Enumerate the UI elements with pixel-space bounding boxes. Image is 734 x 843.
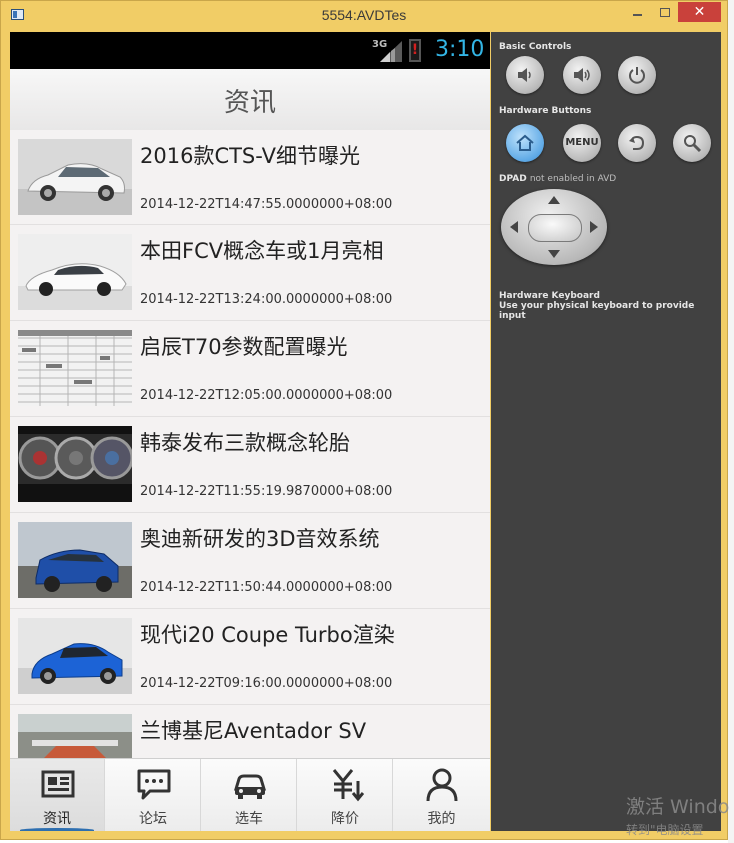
volume-up-icon — [574, 68, 590, 82]
dpad-note: not enabled in AVD — [529, 174, 617, 184]
forum-icon — [137, 769, 171, 800]
signal-icon — [380, 41, 402, 62]
dpad[interactable] — [501, 189, 607, 265]
news-time: 2014-12-22T09:16:00.0000000+08:00 — [140, 676, 393, 691]
news-time: 2014-12-22T14:47:55.0000000+08:00 — [140, 197, 393, 212]
tab-price-drop[interactable]: 降价 — [298, 759, 393, 831]
back-button[interactable] — [618, 124, 656, 162]
white-concept-car-image — [18, 234, 132, 310]
dpad-center-button[interactable] — [528, 214, 582, 242]
hardware-buttons-label: Hardware Buttons — [499, 106, 592, 116]
news-item[interactable]: 韩泰发布三款概念轮胎 2014-12-22T11:55:19.9870000+0… — [10, 417, 490, 513]
emulator-controls: Basic Controls Hardware Buttons MENU DPA… — [491, 32, 721, 831]
volume-down-button[interactable] — [506, 56, 544, 94]
action-bar: 资讯 — [10, 69, 490, 131]
news-time: 2014-12-22T13:24:00.0000000+08:00 — [140, 292, 393, 307]
dpad-left-icon[interactable] — [510, 221, 518, 233]
hardware-keyboard-info: Hardware Keyboard Use your physical keyb… — [499, 291, 721, 321]
news-time: 2014-12-22T11:50:44.0000000+08:00 — [140, 580, 393, 595]
desktop-edge — [728, 0, 734, 843]
tab-choose-car[interactable]: 选车 — [202, 759, 297, 831]
news-item[interactable]: 启辰T70参数配置曝光 2014-12-22T12:05:00.0000000+… — [10, 321, 490, 417]
blue-hatchback-image — [18, 618, 132, 694]
status-clock: 3:10 — [435, 37, 485, 62]
watermark-line1: 激活 Windo — [626, 796, 730, 818]
tab-mine[interactable]: 我的 — [394, 759, 489, 831]
news-title: 韩泰发布三款概念轮胎 — [140, 431, 350, 455]
price-down-icon — [332, 769, 364, 802]
back-icon — [629, 135, 645, 150]
tab-forum[interactable]: 论坛 — [106, 759, 201, 831]
news-title: 启辰T70参数配置曝光 — [140, 335, 348, 359]
basic-controls-label: Basic Controls — [499, 42, 572, 52]
minimize-icon — [632, 14, 642, 16]
news-item[interactable]: 现代i20 Coupe Turbo渲染 2014-12-22T09:16:00.… — [10, 609, 490, 705]
maximize-button[interactable] — [651, 2, 679, 22]
dpad-right-icon[interactable] — [590, 221, 598, 233]
white-sedan-image — [18, 139, 132, 215]
battery-icon — [409, 39, 421, 62]
tab-label: 我的 — [427, 811, 456, 827]
menu-button-label: MENU — [565, 137, 599, 148]
power-button[interactable] — [618, 56, 656, 94]
news-thumbnail — [18, 522, 132, 598]
tab-news[interactable]: 资讯 — [10, 759, 105, 831]
blue-suv-image — [18, 522, 132, 598]
news-item[interactable]: 兰博基尼Aventador SV — [10, 705, 490, 758]
watermark-line2: 转到"电脑设置 — [626, 823, 704, 837]
minimize-button[interactable] — [623, 2, 651, 22]
hardware-keyboard-label: Hardware Keyboard — [499, 291, 600, 301]
news-list[interactable]: 2016款CTS-V细节曝光 2014-12-22T14:47:55.00000… — [10, 130, 490, 758]
user-icon — [426, 768, 458, 802]
news-icon — [41, 770, 75, 798]
news-thumbnail — [18, 234, 132, 310]
news-thumbnail — [18, 426, 132, 502]
news-item[interactable]: 奥迪新研发的3D音效系统 2014-12-22T11:50:44.0000000… — [10, 513, 490, 609]
window-title: 5554:AVDTes — [321, 7, 407, 23]
status-bar: 3G 3:10 — [10, 32, 490, 69]
dpad-down-icon[interactable] — [548, 250, 560, 258]
news-thumbnail — [18, 714, 132, 758]
power-icon — [629, 67, 645, 84]
tab-label: 选车 — [235, 811, 263, 827]
news-title: 2016款CTS-V细节曝光 — [140, 144, 360, 168]
dpad-label: DPAD not enabled in AVD — [499, 174, 616, 184]
news-title: 奥迪新研发的3D音效系统 — [140, 527, 380, 551]
news-thumbnail — [18, 618, 132, 694]
news-title: 本田FCV概念车或1月亮相 — [140, 239, 384, 263]
home-icon — [516, 134, 534, 151]
news-thumbnail — [18, 330, 132, 406]
windows-activation-watermark: 激活 Windo 转到"电脑设置 — [626, 792, 734, 838]
news-title: 现代i20 Coupe Turbo渲染 — [140, 623, 395, 647]
tab-label: 论坛 — [139, 811, 167, 827]
bottom-tab-bar: 资讯 论坛 选车 降价 我的 — [10, 758, 490, 831]
title-bar: 5554:AVDTes ✕ — [1, 1, 727, 31]
search-button[interactable] — [673, 124, 711, 162]
close-button[interactable]: ✕ — [678, 2, 721, 22]
maximize-icon — [660, 8, 670, 17]
home-button[interactable] — [506, 124, 544, 162]
news-time: 2014-12-22T12:05:00.0000000+08:00 — [140, 388, 393, 403]
search-icon — [684, 135, 702, 153]
page-title: 资讯 — [223, 88, 276, 118]
news-time: 2014-12-22T11:55:19.9870000+08:00 — [140, 484, 393, 499]
phone-screen: 3G 3:10 资讯 — [10, 32, 490, 831]
volume-down-icon — [518, 68, 531, 82]
tab-label: 降价 — [331, 811, 359, 827]
dpad-title: DPAD — [499, 174, 527, 184]
road-car-image — [18, 714, 132, 758]
menu-button[interactable]: MENU — [563, 124, 601, 162]
car-icon — [233, 774, 267, 799]
dpad-up-icon[interactable] — [548, 196, 560, 204]
volume-up-button[interactable] — [563, 56, 601, 94]
news-thumbnail — [18, 139, 132, 215]
spec-table-image — [18, 330, 132, 406]
tab-label: 资讯 — [43, 811, 71, 827]
emulator-window: 5554:AVDTes ✕ 3G 3:10 资讯 — [0, 0, 728, 840]
concept-tires-image — [18, 426, 132, 502]
news-item[interactable]: 2016款CTS-V细节曝光 2014-12-22T14:47:55.00000… — [10, 130, 490, 225]
hardware-keyboard-note: Use your physical keyboard to provide in… — [499, 301, 695, 321]
news-item[interactable]: 本田FCV概念车或1月亮相 2014-12-22T13:24:00.000000… — [10, 225, 490, 321]
news-title: 兰博基尼Aventador SV — [140, 719, 367, 743]
